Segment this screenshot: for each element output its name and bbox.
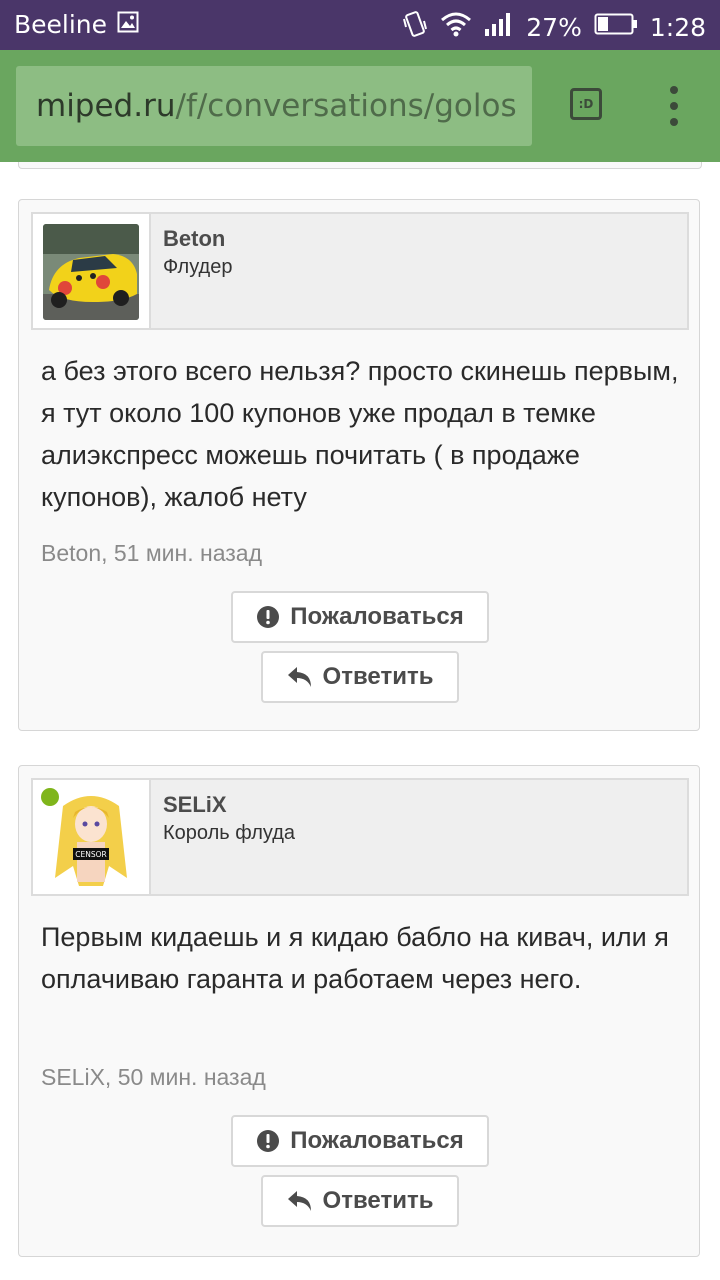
user-title: Король флуда: [163, 822, 296, 844]
address-bar[interactable]: miped.ru/f/conversations/golos: [16, 66, 532, 146]
post-meta[interactable]: Beton, 51 мин. назад: [41, 540, 262, 567]
avatar[interactable]: [43, 224, 139, 320]
censor-label: CENSOR: [75, 850, 106, 859]
status-bar: Beeline 27% 1:28: [0, 0, 720, 50]
report-button[interactable]: Пожаловаться: [231, 591, 489, 643]
avatar-frame[interactable]: [33, 214, 151, 328]
message-text: Первым кидаешь и я кидаю бабло на кивач,…: [41, 922, 669, 994]
carrier-name: Beeline: [14, 10, 108, 39]
exclamation-circle-icon: [256, 605, 280, 629]
online-indicator: [41, 788, 59, 806]
image-notification-icon: [117, 10, 139, 39]
post-header: Beton Флудер: [31, 212, 689, 330]
tab-switcher-button[interactable]: :D: [570, 88, 602, 120]
user-title: Флудер: [163, 256, 233, 278]
previous-post-bottom: [18, 162, 702, 169]
report-label: Пожаловаться: [290, 1127, 464, 1154]
battery-percent: 27%: [526, 12, 582, 42]
clock: 1:28: [649, 12, 706, 42]
reply-label: Ответить: [322, 663, 434, 690]
avatar[interactable]: CENSOR: [43, 790, 139, 886]
signal-icon: [484, 11, 514, 43]
exclamation-circle-icon: [256, 1129, 280, 1153]
post-card: Beton Флудер а без этого всего нельзя? п…: [18, 199, 700, 731]
avatar-frame[interactable]: CENSOR: [33, 780, 151, 894]
reply-icon: [287, 665, 313, 689]
post-meta[interactable]: SELiX, 50 мин. назад: [41, 1064, 266, 1091]
username[interactable]: SELiX: [163, 792, 227, 818]
url-domain: miped.ru: [36, 88, 176, 124]
battery-icon: [594, 12, 638, 42]
reply-label: Ответить: [322, 1187, 434, 1214]
report-label: Пожаловаться: [290, 603, 464, 630]
url-text[interactable]: miped.ru/f/conversations/golos: [36, 86, 517, 126]
page-content: Beton Флудер а без этого всего нельзя? п…: [0, 162, 720, 1280]
tab-switcher-label: :D: [578, 97, 594, 111]
vibrate-icon: [402, 10, 428, 44]
post-header: CENSOR SELiX Король флуда: [31, 778, 689, 896]
post-card: CENSOR SELiX Король флуда Первым кидаешь…: [18, 765, 700, 1257]
reply-icon: [287, 1189, 313, 1213]
reply-button[interactable]: Ответить: [261, 651, 459, 703]
username[interactable]: Beton: [163, 226, 225, 252]
reply-button[interactable]: Ответить: [261, 1175, 459, 1227]
wifi-icon: [440, 11, 472, 43]
message-text: а без этого всего нельзя? просто скинешь…: [41, 356, 679, 512]
url-path: /f/conversations/golos: [175, 88, 517, 124]
browser-toolbar: miped.ru/f/conversations/golos :D: [0, 50, 720, 162]
overflow-menu-icon[interactable]: [660, 86, 688, 126]
report-button[interactable]: Пожаловаться: [231, 1115, 489, 1167]
